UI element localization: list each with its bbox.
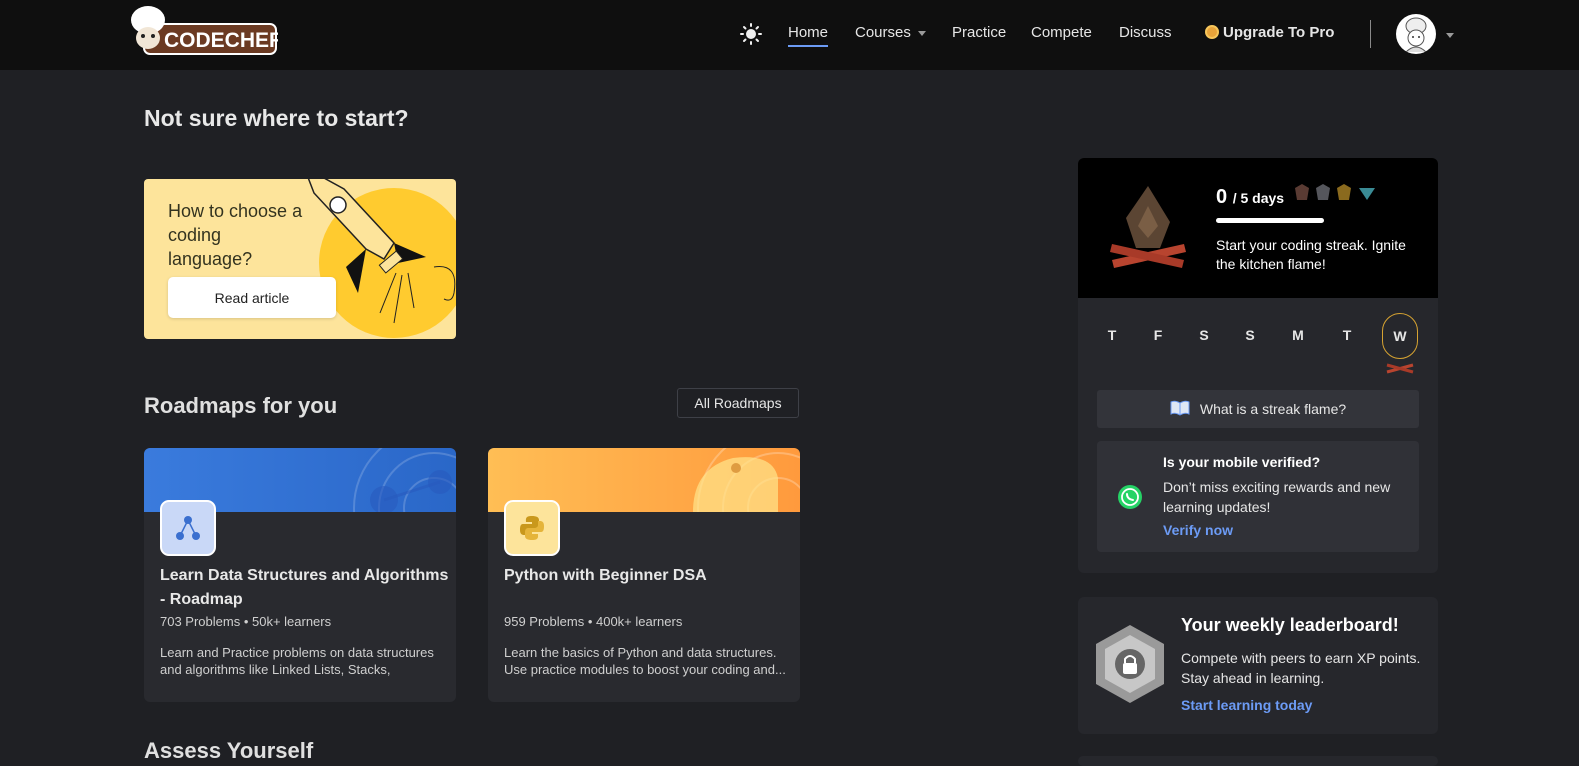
roadmap-card-python[interactable]: Python with Beginner DSA 959 Problems • … [488, 448, 800, 702]
streak-panel: 0 / 5 days Start your coding streak. Ign… [1078, 158, 1438, 573]
article-card[interactable]: How to choose a coding language? Read ar… [144, 179, 456, 339]
roadmap-description: Learn and Practice problems on data stru… [160, 645, 434, 677]
article-title: How to choose a coding language? [168, 201, 303, 269]
day-label: F [1153, 327, 1163, 343]
mobile-verify-card: Is your mobile verified? Don’t miss exci… [1097, 441, 1419, 552]
theme-toggle-sun-icon[interactable] [740, 23, 762, 45]
top-navbar: CODECHEF Home Courses Practice Compete D… [0, 0, 1579, 70]
nav-courses-label: Courses [855, 24, 911, 41]
codechef-logo[interactable]: CODECHEF [130, 4, 282, 56]
page-heading-start: Not sure where to start? [144, 105, 409, 131]
verify-title: Is your mobile verified? [1163, 454, 1321, 470]
next-card [1078, 756, 1438, 766]
streak-total: / 5 days [1232, 190, 1285, 206]
book-icon [1170, 400, 1190, 419]
streak-count-value: 0 [1216, 186, 1228, 208]
roadmap-meta: 703 Problems • 50k+ learners [160, 614, 332, 629]
leaderboard-title: Your weekly leaderboard! [1181, 615, 1399, 635]
chevron-down-icon [917, 30, 926, 36]
verify-description: Don’t miss exciting rewards and new lear… [1163, 479, 1391, 515]
today-logs-icon [1386, 363, 1414, 374]
streak-count: 0 / 5 days [1216, 186, 1284, 209]
start-learning-link[interactable]: Start learning today [1181, 697, 1312, 713]
weekly-leaderboard-card: Your weekly leaderboard! Compete with pe… [1078, 597, 1438, 734]
nav-courses[interactable]: Courses [855, 24, 926, 41]
dsa-roadmap-icon [160, 500, 216, 556]
roadmap-description: Learn the basics of Python and data stru… [504, 645, 786, 677]
streak-message: Start your coding streak. Ignite the kit… [1216, 237, 1406, 272]
pro-coin-icon [1205, 25, 1219, 39]
leaderboard-description: Compete with peers to earn XP points. St… [1181, 650, 1421, 686]
roadmap-title: Learn Data Structures and Algorithms - R… [160, 567, 449, 608]
day-label: S [1245, 327, 1255, 343]
streak-progress-bar [1216, 218, 1324, 223]
day-label: T [1107, 327, 1117, 343]
avatar-dropdown-caret-icon[interactable] [1446, 33, 1454, 38]
user-avatar[interactable] [1396, 14, 1436, 54]
assess-yourself-heading: Assess Yourself [144, 738, 314, 763]
day-label: S [1199, 327, 1209, 343]
whatsapp-icon [1118, 485, 1142, 509]
what-is-streak-flame-button[interactable]: What is a streak flame? [1097, 390, 1419, 428]
nav-discuss[interactable]: Discuss [1119, 24, 1172, 41]
roadmap-card-dsa[interactable]: Learn Data Structures and Algorithms - R… [144, 448, 456, 702]
read-article-button[interactable]: Read article [168, 277, 336, 318]
streak-gems-icon [1295, 184, 1375, 200]
campfire-icon [1110, 186, 1186, 268]
day-label: M [1292, 327, 1304, 343]
day-label-today: W [1382, 313, 1418, 359]
locked-badge-icon [1096, 625, 1164, 703]
roadmap-title: Python with Beginner DSA [504, 567, 707, 584]
nav-compete[interactable]: Compete [1031, 24, 1092, 41]
roadmap-meta: 959 Problems • 400k+ learners [504, 614, 683, 629]
streak-header: 0 / 5 days Start your coding streak. Ign… [1078, 158, 1438, 298]
roadmaps-heading: Roadmaps for you [144, 393, 338, 418]
nav-divider [1370, 20, 1371, 48]
upgrade-label: Upgrade To Pro [1223, 24, 1335, 41]
nav-practice[interactable]: Practice [952, 24, 1006, 41]
nav-home[interactable]: Home [788, 24, 829, 47]
upgrade-to-pro-link[interactable]: Upgrade To Pro [1205, 24, 1334, 41]
streak-flame-question: What is a streak flame? [1199, 401, 1347, 417]
logo-text: CODECHEF [164, 29, 278, 52]
all-roadmaps-button[interactable]: All Roadmaps [677, 388, 799, 418]
python-roadmap-icon [504, 500, 560, 556]
day-label: T [1342, 327, 1352, 343]
verify-now-link[interactable]: Verify now [1163, 522, 1233, 538]
streak-days-row: T F S S M T W [1078, 313, 1438, 374]
